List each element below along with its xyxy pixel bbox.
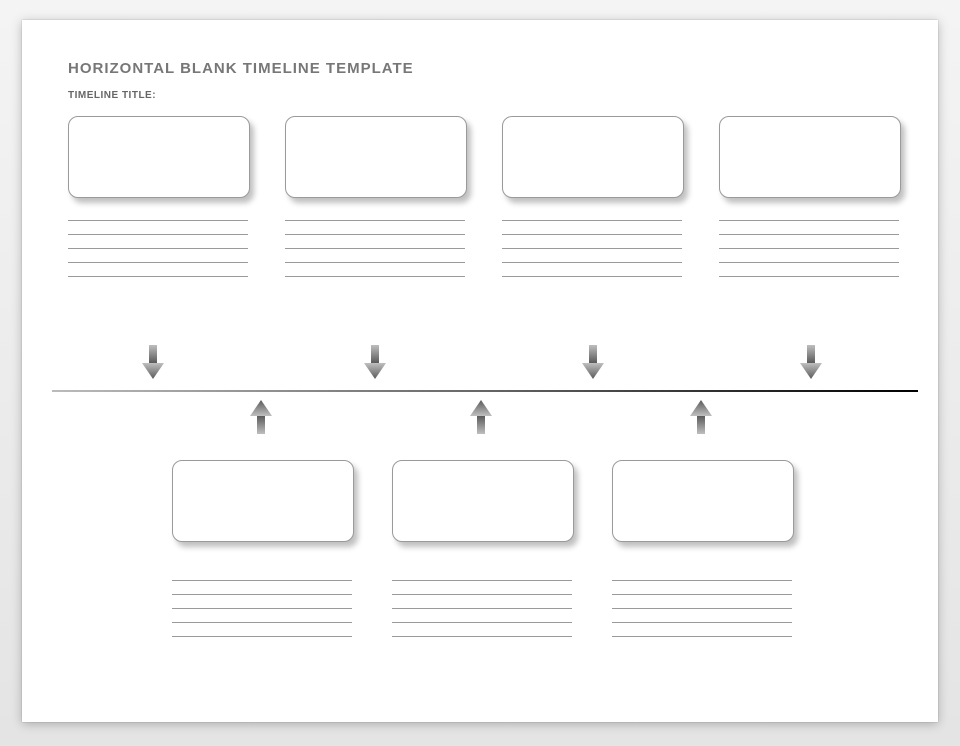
- event-notes-top-2[interactable]: [285, 220, 465, 290]
- event-box-top-3[interactable]: [502, 116, 684, 198]
- arrow-down-icon: [582, 345, 604, 379]
- event-notes-bottom-3[interactable]: [612, 580, 792, 650]
- event-box-bottom-3[interactable]: [612, 460, 794, 542]
- event-box-top-2[interactable]: [285, 116, 467, 198]
- arrow-up-icon: [250, 400, 272, 434]
- arrow-down-icon: [800, 345, 822, 379]
- template-sheet: HORIZONTAL BLANK TIMELINE TEMPLATE TIMEL…: [22, 20, 938, 722]
- arrow-down-icon: [364, 345, 386, 379]
- arrow-up-icon: [690, 400, 712, 434]
- event-notes-bottom-2[interactable]: [392, 580, 572, 650]
- event-box-top-1[interactable]: [68, 116, 250, 198]
- timeline-title-label: TIMELINE TITLE:: [68, 90, 156, 101]
- page-background: HORIZONTAL BLANK TIMELINE TEMPLATE TIMEL…: [0, 0, 960, 746]
- event-notes-top-4[interactable]: [719, 220, 899, 290]
- event-box-bottom-2[interactable]: [392, 460, 574, 542]
- event-notes-top-1[interactable]: [68, 220, 248, 290]
- template-title: HORIZONTAL BLANK TIMELINE TEMPLATE: [68, 60, 414, 77]
- event-box-bottom-1[interactable]: [172, 460, 354, 542]
- event-box-top-4[interactable]: [719, 116, 901, 198]
- arrow-up-icon: [470, 400, 492, 434]
- event-notes-top-3[interactable]: [502, 220, 682, 290]
- timeline-axis: [52, 390, 918, 392]
- event-notes-bottom-1[interactable]: [172, 580, 352, 650]
- arrow-down-icon: [142, 345, 164, 379]
